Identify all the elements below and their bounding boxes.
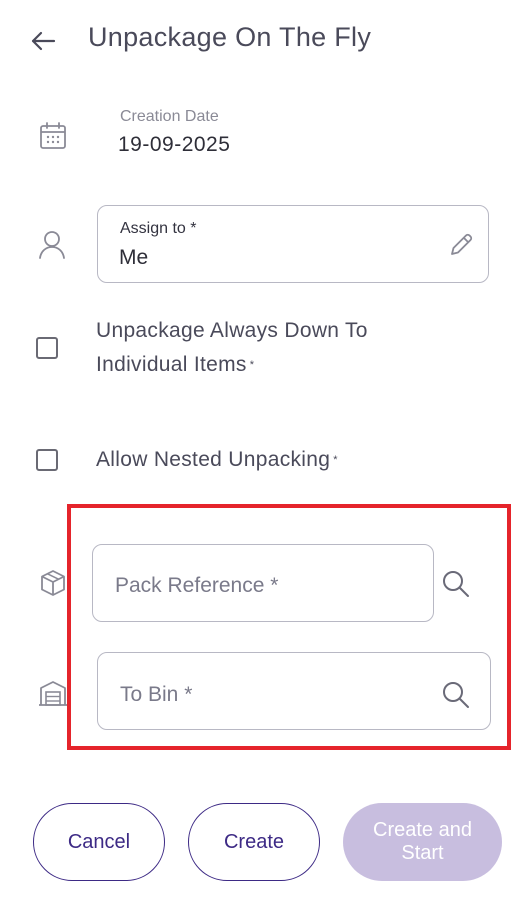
search-icon[interactable] [440, 568, 472, 600]
unpackage-individual-label: Unpackage Always Down To Individual Item… [96, 319, 368, 376]
create-and-start-button[interactable]: Create and Start [343, 803, 502, 881]
creation-date-value: 19-09-2025 [118, 133, 231, 156]
box-icon [38, 568, 68, 598]
assign-to-label: Assign to * [120, 220, 197, 237]
assign-to-value: Me [119, 246, 149, 269]
to-bin-input[interactable]: To Bin * [97, 652, 491, 730]
create-button[interactable]: Create [188, 803, 320, 881]
creation-date-label: Creation Date [120, 108, 219, 125]
pencil-icon[interactable] [448, 230, 476, 258]
arrow-left-icon[interactable] [28, 26, 58, 56]
to-bin-placeholder: To Bin * [120, 683, 193, 706]
unpackage-individual-checkbox[interactable] [36, 337, 58, 359]
allow-nested-label: Allow Nested Unpacking * [96, 448, 338, 471]
pack-reference-input[interactable]: Pack Reference * [92, 544, 434, 622]
allow-nested-checkbox[interactable] [36, 449, 58, 471]
calendar-icon [38, 120, 68, 152]
assign-to-field[interactable]: Assign to * Me [97, 205, 489, 283]
pack-reference-placeholder: Pack Reference * [115, 574, 279, 597]
cancel-button[interactable]: Cancel [33, 803, 165, 881]
search-icon[interactable] [440, 679, 472, 711]
warehouse-icon [38, 678, 68, 708]
page-title: Unpackage On The Fly [88, 22, 372, 52]
user-icon [36, 228, 68, 260]
